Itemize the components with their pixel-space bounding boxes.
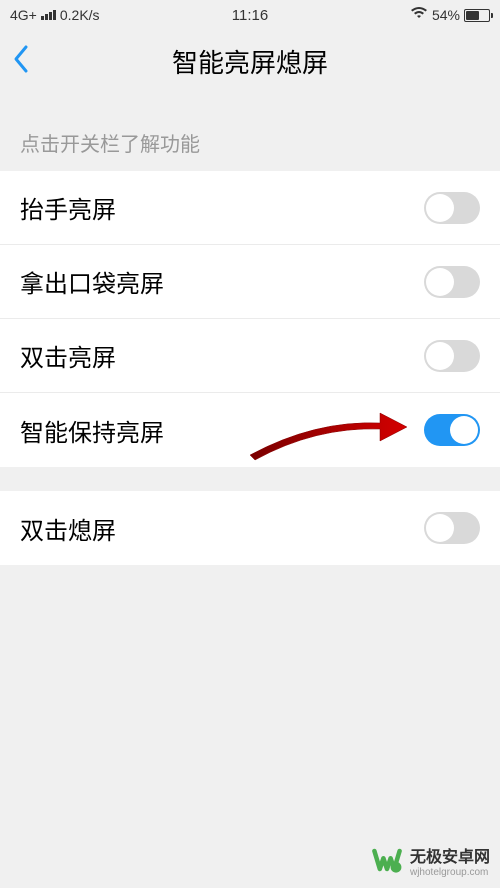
watermark-url: wjhotelgroup.com (410, 867, 490, 878)
network-speed: 0.2K/s (60, 7, 100, 23)
setting-raise-to-wake[interactable]: 抬手亮屏 (0, 171, 500, 245)
setting-label: 双击亮屏 (20, 338, 116, 373)
setting-double-tap-sleep[interactable]: 双击熄屏 (0, 491, 500, 565)
status-left: 4G+ 0.2K/s (10, 7, 100, 23)
setting-label: 拿出口袋亮屏 (20, 264, 164, 299)
settings-group-1: 抬手亮屏 拿出口袋亮屏 双击亮屏 智能保持亮屏 (0, 171, 500, 467)
section-header: 点击开关栏了解功能 (0, 92, 500, 171)
signal-icon (41, 10, 56, 20)
toggle-smart-stay[interactable] (424, 414, 480, 446)
back-button[interactable] (12, 44, 30, 79)
nav-bar: 智能亮屏熄屏 (0, 30, 500, 92)
setting-label: 双击熄屏 (20, 511, 116, 546)
battery-percent: 54% (432, 7, 460, 23)
page-title: 智能亮屏熄屏 (0, 43, 500, 80)
watermark-title: 无极安卓网 (410, 843, 490, 867)
setting-label: 智能保持亮屏 (20, 413, 164, 448)
setting-double-tap-wake[interactable]: 双击亮屏 (0, 319, 500, 393)
watermark: 无极安卓网 wjhotelgroup.com (369, 842, 490, 878)
settings-group-2: 双击熄屏 (0, 491, 500, 565)
setting-smart-stay[interactable]: 智能保持亮屏 (0, 393, 500, 467)
toggle-raise-to-wake[interactable] (424, 192, 480, 224)
toggle-pocket-wake[interactable] (424, 266, 480, 298)
status-right: 54% (410, 6, 490, 25)
toggle-double-tap-wake[interactable] (424, 340, 480, 372)
network-type: 4G+ (10, 7, 37, 23)
status-time: 11:16 (232, 7, 268, 24)
setting-label: 抬手亮屏 (20, 190, 116, 225)
watermark-logo-icon (369, 842, 405, 878)
battery-icon (464, 9, 490, 22)
setting-pocket-wake[interactable]: 拿出口袋亮屏 (0, 245, 500, 319)
wifi-icon (410, 6, 428, 25)
toggle-double-tap-sleep[interactable] (424, 512, 480, 544)
status-bar: 4G+ 0.2K/s 11:16 54% (0, 0, 500, 30)
